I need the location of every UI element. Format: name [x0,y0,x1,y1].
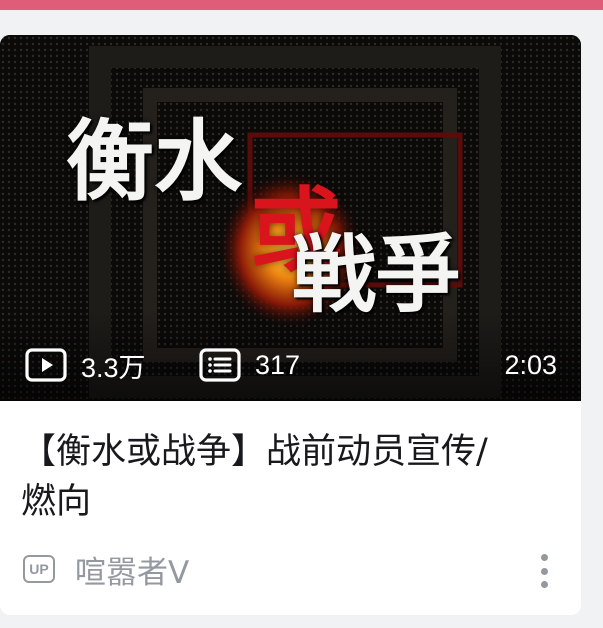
video-title[interactable]: 【衡水或战争】战前动员宣传/燃向 [21,427,521,527]
top-accent-bar [0,0,603,10]
uploader-name[interactable]: 喧嚣者V [75,547,189,592]
danmaku-count-icon [199,348,241,382]
danmaku-count-stat: 317 [199,345,300,385]
play-count-icon [25,348,67,382]
more-dot [540,567,548,575]
more-vertical-icon[interactable] [530,551,558,591]
video-card[interactable]: 衡水 或 戦爭 3.3万 317 2:03 【衡水或战争】战前动员宣传/燃向 U… [0,35,581,615]
play-count-value: 3.3万 [81,352,146,383]
more-dot [540,581,548,588]
uploader-info[interactable]: UP 喧嚣者V [23,551,189,591]
video-duration: 2:03 [504,349,557,380]
thumbnail-subtitle-text: 戦爭 [292,225,461,324]
up-badge-icon: UP [23,555,55,583]
video-thumbnail[interactable]: 衡水 或 戦爭 3.3万 317 2:03 [0,35,581,401]
more-dot [540,554,548,561]
play-count-stat: 3.3万 [25,345,146,385]
thumbnail-title-text: 衡水 [66,109,243,213]
danmaku-count-value: 317 [255,349,301,380]
